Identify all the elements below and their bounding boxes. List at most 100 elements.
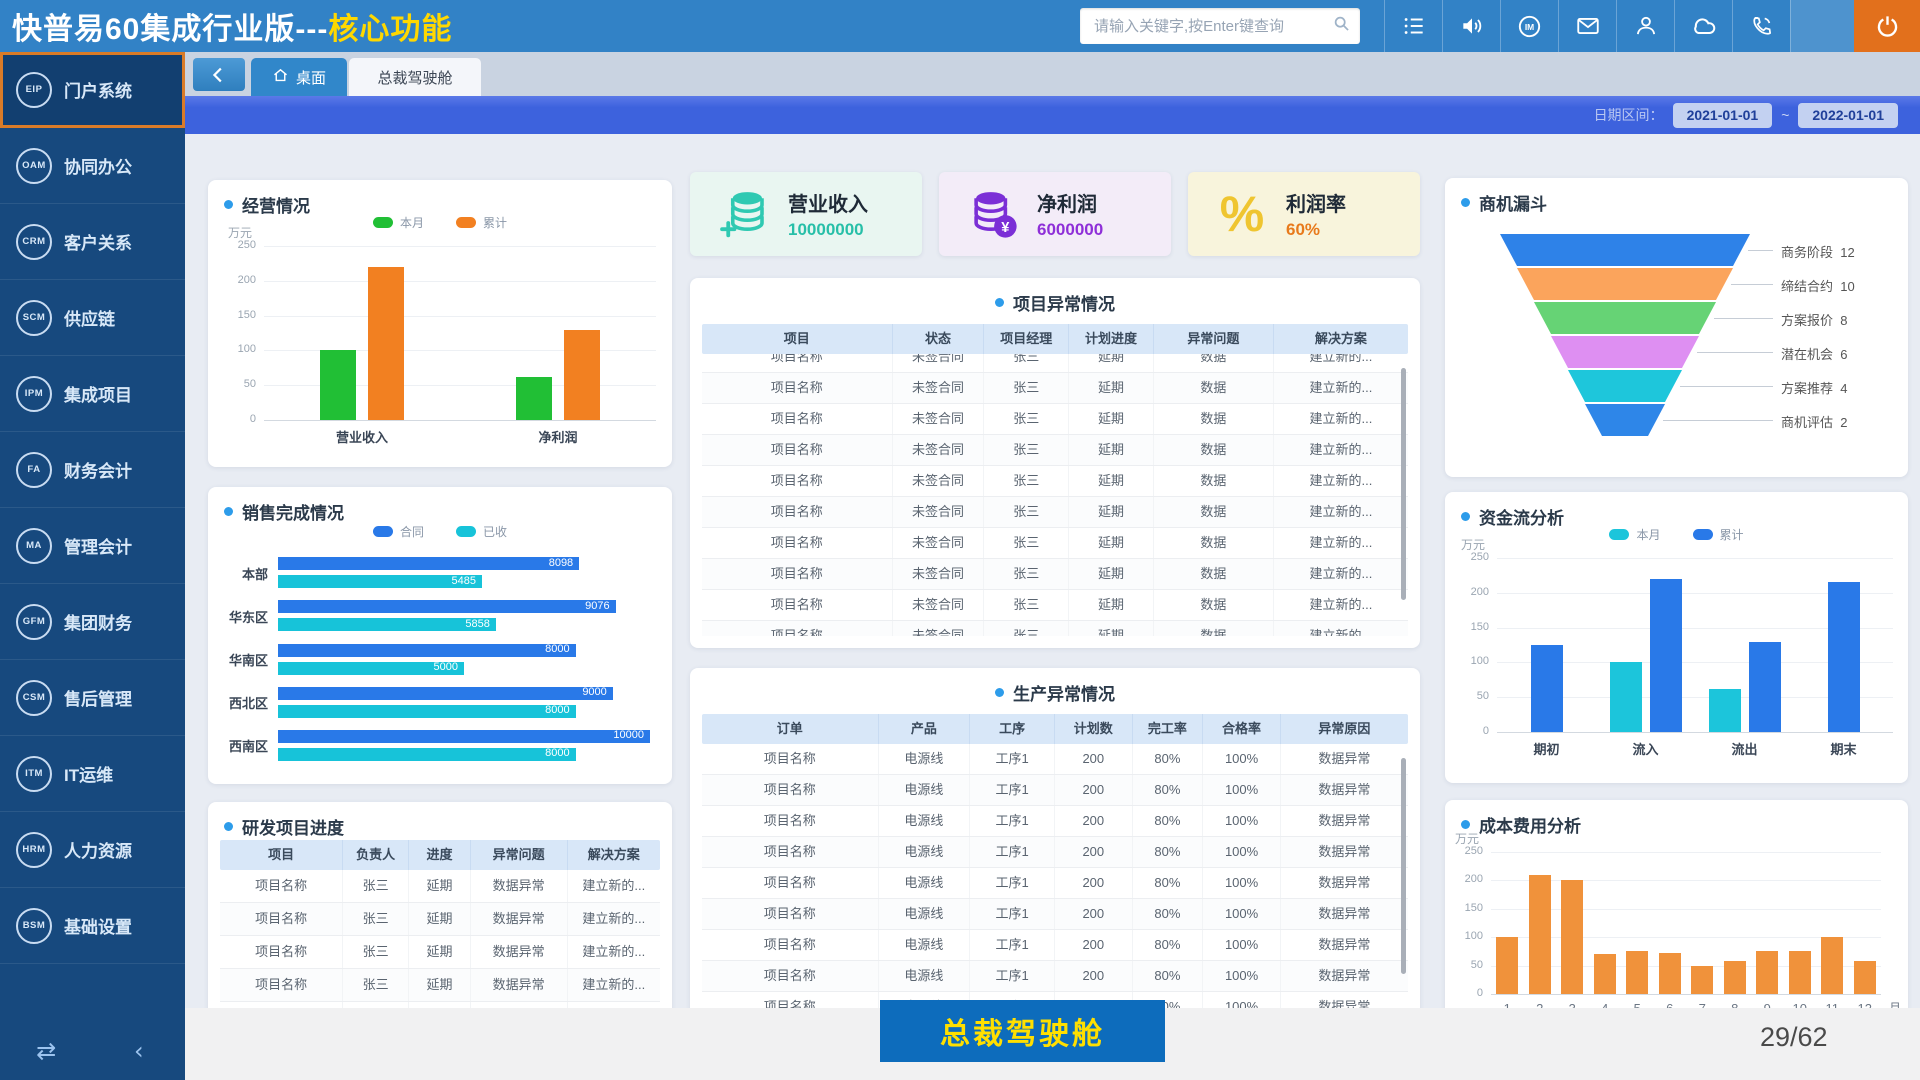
table-cell: 数据异常 [471, 903, 568, 935]
y-axis-category: 西北区 [208, 693, 268, 712]
table-row: 项目名称电源线工序120080%100%数据异常 [702, 744, 1408, 775]
y-axis-tick: 150 [1451, 621, 1489, 633]
mail-icon[interactable] [1558, 0, 1616, 52]
table-cell: 张三 [984, 373, 1069, 403]
im-icon[interactable]: IM [1500, 0, 1558, 52]
table-row: 项目名称电源线工序120080%100%数据异常 [702, 868, 1408, 899]
table-row: 项目名称未签合同张三延期数据建立新的... [702, 354, 1408, 373]
funnel-connector-line [1697, 352, 1774, 353]
table-cell: 工序1 [970, 744, 1055, 774]
table-cell: 建立新的... [1274, 528, 1408, 558]
sidebar-item-itm[interactable]: ITMIT运维 [0, 736, 185, 812]
bar-成本-10 [1789, 951, 1811, 994]
sidebar-item-gfm[interactable]: GFM集团财务 [0, 584, 185, 660]
sidebar-item-eip[interactable]: EIP门户系统 [0, 52, 185, 128]
sidebar-item-ipm[interactable]: IPM集成项目 [0, 356, 185, 432]
table-cell: 200 [1055, 744, 1133, 774]
user-avatar-slot[interactable] [1790, 0, 1854, 52]
table-cell: 延期 [1069, 435, 1154, 465]
sales-hbar-chart: 合同已收本部80985485华东区90765858华南区80005000西北区9… [208, 487, 672, 784]
sidebar-item-bsm[interactable]: BSM基础设置 [0, 888, 185, 964]
funnel-layer-缔结合约 [1517, 268, 1733, 300]
table-cell: 未签合同 [893, 404, 985, 434]
opportunity-funnel-chart: 商务阶段 12缔结合约 10方案报价 8潜在机会 6方案推荐 4商机评估 2 [1445, 178, 1908, 477]
funnel-connector-line [1748, 250, 1774, 251]
date-from-picker[interactable]: 2021-01-01 [1673, 103, 1773, 128]
sidebar-item-scm[interactable]: SCM供应链 [0, 280, 185, 356]
x-axis-category: 4 [1589, 1001, 1622, 1008]
table-cell: 延期 [1069, 466, 1154, 496]
search-icon[interactable] [1331, 13, 1352, 39]
percent-icon: % [1214, 185, 1270, 243]
tab-desktop[interactable]: 桌面 [251, 58, 347, 96]
back-button[interactable] [193, 58, 245, 91]
crm-module-icon: CRM [16, 224, 52, 260]
eip-module-icon: EIP [16, 72, 52, 108]
table-cell: 80% [1133, 899, 1204, 929]
table-cell: 数据异常 [1281, 868, 1408, 898]
table-cell: 项目名称 [220, 969, 343, 1001]
table-cell: 100% [1203, 930, 1281, 960]
panel-project-exceptions: 项目异常情况 项目状态项目经理计划进度异常问题解决方案项目名称未签合同张三延期数… [690, 278, 1420, 648]
date-to-picker[interactable]: 2022-01-01 [1798, 103, 1898, 128]
table-cell: 100% [1203, 992, 1281, 1008]
sidebar-item-hrm[interactable]: HRM人力资源 [0, 812, 185, 888]
y-axis-tick: 250 [1445, 845, 1483, 857]
bar-本月-流出 [1709, 689, 1741, 732]
bar-本月-净利润 [516, 377, 552, 420]
column-header: 项目 [702, 324, 893, 354]
funnel-label: 商机评估 2 [1781, 412, 1847, 431]
search-input[interactable] [1092, 17, 1331, 36]
table-scrollbar[interactable] [1401, 758, 1406, 974]
table-cell: 200 [1055, 961, 1133, 991]
main-area: 桌面 总裁驾驶舱 日期区间： 2021-01-01 ~ 2022-01-01 经… [185, 52, 1920, 1080]
collapse-sidebar-icon[interactable]: ‹ [93, 1037, 186, 1065]
sidebar-item-label: 协同办公 [64, 153, 132, 178]
y-axis-tick: 0 [1451, 725, 1489, 737]
dashboard: 经营情况 本月累计万元050100150200250营业收入净利润 销售完成情况… [185, 134, 1920, 1008]
sidebar-item-label: 管理会计 [64, 533, 132, 558]
app-title-main: 快普易60集成行业版--- [12, 13, 328, 46]
table-cell: 未签合同 [893, 373, 985, 403]
bullet-dot [995, 298, 1004, 307]
power-button[interactable] [1854, 0, 1920, 52]
table-cell: 建立新的... [568, 870, 660, 902]
table-cell: 数据异常 [1281, 744, 1408, 774]
speaker-icon[interactable] [1442, 0, 1500, 52]
sidebar-item-ma[interactable]: MA管理会计 [0, 508, 185, 584]
sidebar-item-fa[interactable]: FA财务会计 [0, 432, 185, 508]
table-cell: 电源线 [879, 806, 971, 836]
bar-value-label: 8098 [278, 557, 573, 569]
table-cell: 未签合同 [893, 528, 985, 558]
gridline [1491, 994, 1881, 995]
sidebar-item-csm[interactable]: CSM售后管理 [0, 660, 185, 736]
table-row: 项目名称未签合同张三延期数据建立新的... [702, 528, 1408, 559]
table-row: 项目名称未签合同张三延期数据建立新的... [702, 497, 1408, 528]
sidebar-item-oam[interactable]: OAM协同办公 [0, 128, 185, 204]
table-body: 项目名称未签合同张三延期数据建立新的...项目名称未签合同张三延期数据建立新的.… [702, 354, 1408, 636]
swap-arrows-icon[interactable]: ⇄ [0, 1037, 93, 1065]
phone-icon[interactable] [1732, 0, 1790, 52]
table-cell: 未签合同 [893, 497, 985, 527]
rnd-table: 项目负责人进度异常问题解决方案项目名称张三延期数据异常建立新的...项目名称张三… [220, 840, 660, 1008]
funnel-layer-商机评估 [1585, 404, 1665, 436]
table-cell: 建立新的... [568, 903, 660, 935]
user-icon[interactable] [1616, 0, 1674, 52]
table-cell: 建立新的... [1274, 621, 1408, 636]
table-cell: 数据异常 [471, 936, 568, 968]
table-scrollbar[interactable] [1401, 368, 1406, 600]
table-cell: 80% [1133, 930, 1204, 960]
table-cell: 延期 [409, 870, 471, 902]
tab-ceo-cockpit[interactable]: 总裁驾驶舱 [349, 58, 481, 96]
table-cell: 项目名称 [702, 837, 879, 867]
table-cell: 数据 [1154, 528, 1274, 558]
sidebar-item-crm[interactable]: CRM客户关系 [0, 204, 185, 280]
bar-成本-2 [1529, 875, 1551, 994]
table-cell: 数据 [1154, 497, 1274, 527]
y-axis-tick: 0 [1445, 987, 1483, 999]
gridline [264, 420, 656, 421]
menu-list-icon[interactable] [1384, 0, 1442, 52]
gridline [1497, 558, 1893, 559]
cloud-icon[interactable] [1674, 0, 1732, 52]
table-cell: 项目名称 [702, 466, 893, 496]
